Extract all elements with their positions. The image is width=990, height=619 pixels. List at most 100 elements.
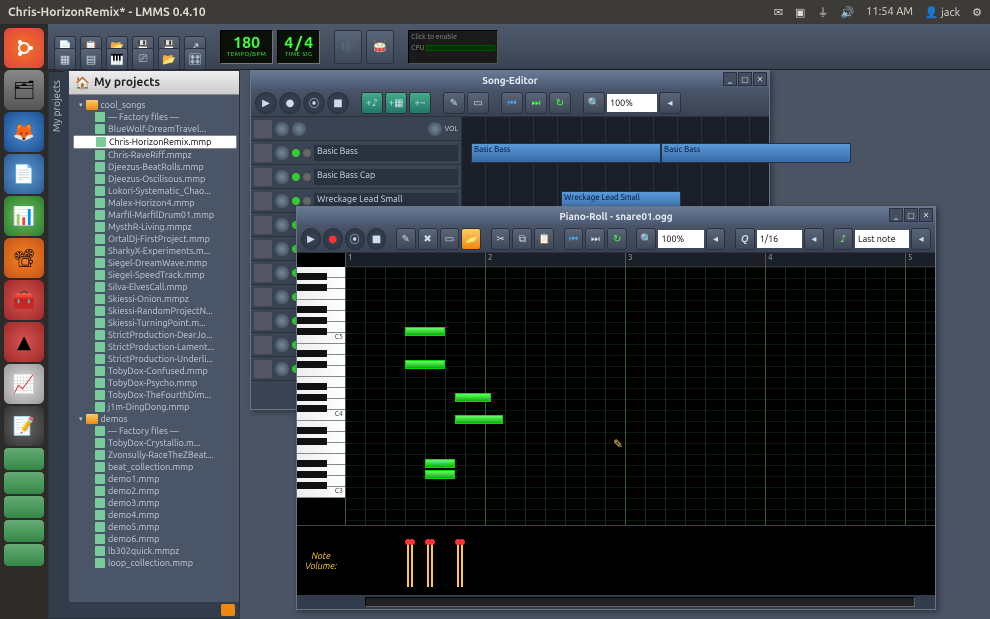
- file-item[interactable]: StrictProduction-Underli...: [73, 353, 237, 365]
- file-item[interactable]: Silva-ElvesCall.mmp: [73, 281, 237, 293]
- zoom-select[interactable]: 100%: [658, 230, 703, 248]
- black-key[interactable]: [297, 471, 327, 478]
- black-key[interactable]: [297, 361, 327, 368]
- tempo-lcd[interactable]: 180 TEMPO/BPM: [220, 30, 273, 64]
- clock[interactable]: 11:54 AM: [866, 6, 913, 18]
- piano-keyboard[interactable]: C5C4C3: [297, 267, 345, 525]
- n-left[interactable]: ◂: [911, 228, 931, 250]
- back-button[interactable]: ⏮: [501, 92, 523, 114]
- file-item[interactable]: Zvonsully-RaceTheZBeat...: [73, 449, 237, 461]
- minimize-button[interactable]: _: [889, 208, 903, 222]
- edit-mode-button[interactable]: ▭: [467, 92, 489, 114]
- draw-button[interactable]: ✎: [396, 228, 416, 250]
- black-key[interactable]: [297, 317, 327, 324]
- file-item[interactable]: Chris-RaveRiff.mmpz: [73, 149, 237, 161]
- file-item[interactable]: Siegel-DreamWave.mmp: [73, 257, 237, 269]
- bbedit-toggle[interactable]: ▤: [80, 48, 102, 70]
- horizontal-scrollbar[interactable]: [365, 597, 915, 607]
- black-key[interactable]: [297, 284, 327, 291]
- file-item[interactable]: — Factory files —: [73, 111, 237, 123]
- clip[interactable]: Basic Bass: [661, 143, 851, 163]
- file-item[interactable]: lb302quick.mmpz: [73, 545, 237, 557]
- spreadsheet-icon[interactable]: 📈: [4, 364, 44, 404]
- file-item[interactable]: demo2.mmp: [73, 485, 237, 497]
- piano-roll-titlebar[interactable]: Piano-Roll - snare01.ogg _ ▢ ✕: [297, 207, 935, 225]
- black-key[interactable]: [297, 438, 327, 445]
- pianoroll-toggle[interactable]: 🎹: [106, 48, 128, 70]
- black-key[interactable]: [297, 405, 327, 412]
- running-app-3[interactable]: [4, 496, 44, 518]
- q-left[interactable]: ◂: [804, 228, 824, 250]
- copy-button[interactable]: ⧉: [512, 228, 532, 250]
- cut-button[interactable]: ✂: [491, 228, 511, 250]
- battery-icon[interactable]: ▣: [795, 6, 805, 19]
- file-item[interactable]: Siegel-SpeedTrack.mmp: [73, 269, 237, 281]
- file-item[interactable]: OrtalDj-FirstProject.mmp: [73, 233, 237, 245]
- record-button[interactable]: ●: [323, 228, 343, 250]
- file-item[interactable]: Djeezus-Oscilisous.mmp: [73, 173, 237, 185]
- loop-button[interactable]: ↻: [549, 92, 571, 114]
- side-tab-projects[interactable]: My projects: [49, 71, 64, 140]
- track-row[interactable]: Basic Bass Cap: [251, 165, 461, 189]
- minimize-button[interactable]: _: [723, 72, 737, 86]
- notes-toggle[interactable]: 📂: [158, 48, 180, 70]
- calc-icon[interactable]: 📊: [4, 196, 44, 236]
- maximize-button[interactable]: ▢: [904, 208, 918, 222]
- file-item[interactable]: — Factory files —: [73, 425, 237, 437]
- files-icon[interactable]: 🗂: [4, 70, 44, 110]
- volume-icon[interactable]: 🔊: [840, 6, 854, 19]
- stop-button[interactable]: ■: [367, 228, 387, 250]
- recplay-button[interactable]: ⦿: [303, 92, 325, 114]
- writer-icon[interactable]: 📄: [4, 154, 44, 194]
- black-key[interactable]: [297, 350, 327, 357]
- file-item[interactable]: Skiessi-RandomProjectN...: [73, 305, 237, 317]
- file-item[interactable]: StrictProduction-Lament...: [73, 341, 237, 353]
- file-item[interactable]: Skiessi-TurningPoint.m...: [73, 317, 237, 329]
- file-item[interactable]: j1m-DingDong.mmp: [73, 401, 237, 413]
- piano-roll-ruler[interactable]: 12345: [345, 253, 935, 267]
- midi-note[interactable]: [425, 470, 455, 479]
- midi-note[interactable]: [425, 459, 455, 468]
- stop-button[interactable]: ■: [327, 92, 349, 114]
- file-item[interactable]: BlueWolf-DreamTravel...: [73, 123, 237, 135]
- file-item[interactable]: MysthR-Living.mmpz: [73, 221, 237, 233]
- black-key[interactable]: [297, 482, 327, 489]
- file-item[interactable]: TobyDox-Crystallio.m...: [73, 437, 237, 449]
- velocity-bar[interactable]: [407, 542, 409, 587]
- dash-icon[interactable]: [4, 28, 44, 68]
- fwd-button[interactable]: ⏭: [585, 228, 605, 250]
- file-item[interactable]: Djeezus-BeatRolls.mmp: [73, 161, 237, 173]
- fwd-button[interactable]: ⏭: [525, 92, 547, 114]
- loop-button[interactable]: ↻: [607, 228, 627, 250]
- draw-icon[interactable]: 🧰: [4, 280, 44, 320]
- file-item[interactable]: TobyDox-TheFourthDim...: [73, 389, 237, 401]
- song-editor-titlebar[interactable]: Song-Editor _ ▢ ✕: [251, 71, 769, 89]
- file-item[interactable]: beat_collection.mmp: [73, 461, 237, 473]
- folder-demos[interactable]: demos: [73, 413, 237, 425]
- erase-button[interactable]: ✖: [418, 228, 438, 250]
- notes-icon[interactable]: 📝: [4, 406, 44, 446]
- play-button[interactable]: ▶: [301, 228, 321, 250]
- record-button[interactable]: ●: [279, 92, 301, 114]
- running-app-4[interactable]: [4, 520, 44, 542]
- track-row[interactable]: Basic Bass: [251, 141, 461, 165]
- gear-icon[interactable]: ⚙: [972, 6, 982, 19]
- user-menu[interactable]: 👤 jack: [925, 6, 960, 19]
- draw-mode-button[interactable]: ✎: [443, 92, 465, 114]
- back-button[interactable]: ⏮: [564, 228, 584, 250]
- fx-toggle[interactable]: ⎚: [132, 48, 154, 70]
- timesig-lcd[interactable]: 4/4 TIME SIG: [277, 30, 320, 64]
- play-button[interactable]: ▶: [255, 92, 277, 114]
- wifi-icon[interactable]: ⏚: [817, 4, 828, 20]
- running-app-2[interactable]: [4, 472, 44, 494]
- file-item[interactable]: Skiessi-Onion.mmpz: [73, 293, 237, 305]
- bb-editor-button[interactable]: 🥁: [366, 30, 394, 64]
- close-button[interactable]: ✕: [919, 208, 933, 222]
- black-key[interactable]: [297, 328, 327, 335]
- project-tree[interactable]: cool_songs— Factory files —BlueWolf-Drea…: [73, 99, 237, 598]
- add-track-button[interactable]: +♪: [361, 92, 383, 114]
- controller-toggle[interactable]: 🎛: [184, 48, 206, 70]
- cpu-meter[interactable]: Click to enable CPU: [408, 30, 498, 64]
- velocity-bar[interactable]: [461, 542, 463, 587]
- paste-button[interactable]: 📋: [534, 228, 554, 250]
